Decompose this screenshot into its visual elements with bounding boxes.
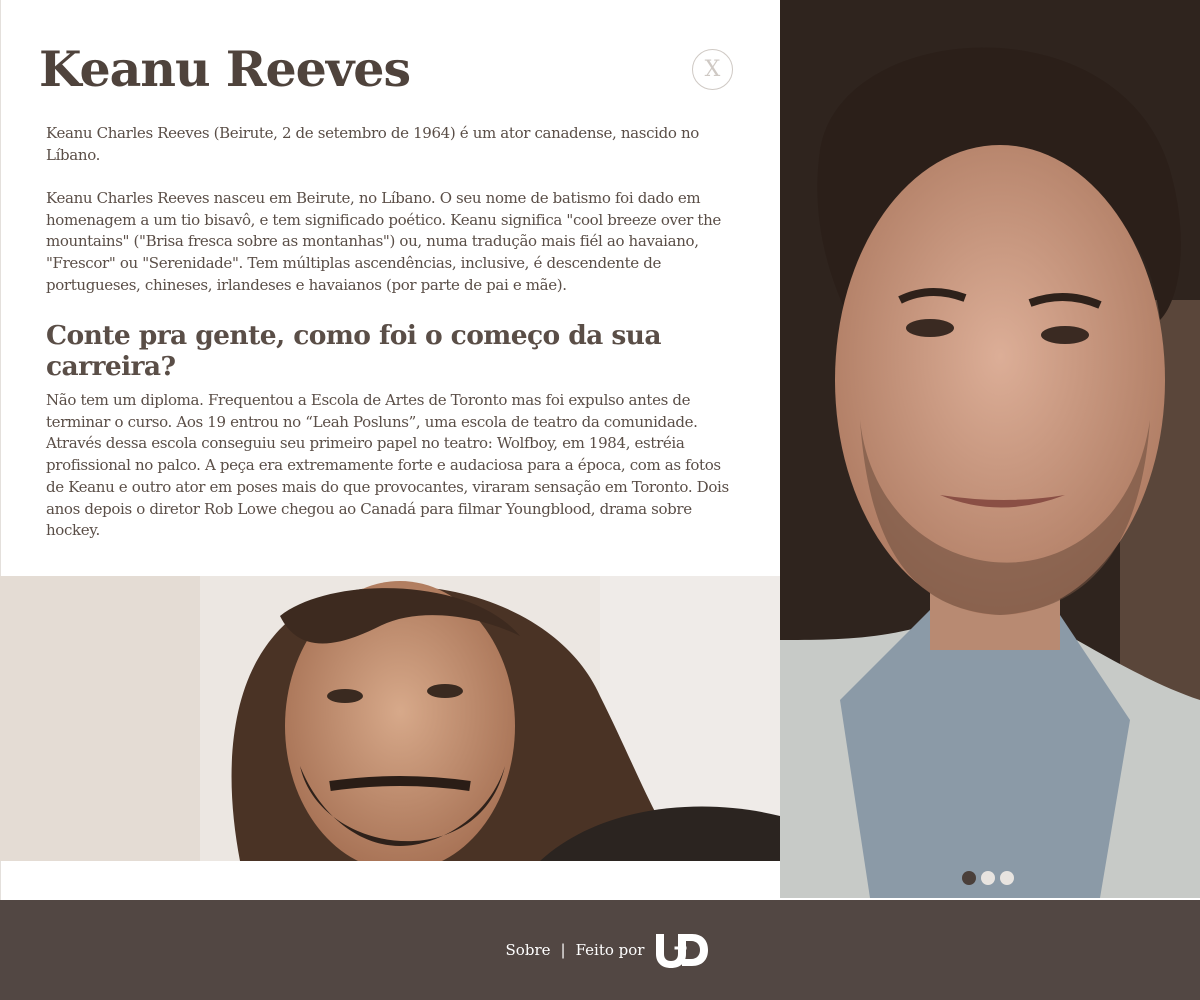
carousel-dots	[962, 871, 1014, 885]
portrait-photo-main-image	[780, 0, 1200, 898]
footer-inner: Sobre | Feito por	[506, 932, 709, 968]
portrait-photo-secondary	[0, 576, 780, 861]
answer-paragraph: Não tem um diploma. Frequentou a Escola …	[46, 391, 729, 540]
about-link[interactable]: Sobre	[506, 941, 551, 959]
portrait-photo-main	[780, 0, 1200, 898]
close-button[interactable]: X	[692, 49, 733, 90]
carousel-dot-1[interactable]	[962, 871, 976, 885]
carousel-dot-3[interactable]	[1000, 871, 1014, 885]
carousel-dot-2[interactable]	[981, 871, 995, 885]
bio-paragraph: Keanu Charles Reeves nasceu em Beirute, …	[46, 189, 721, 294]
portrait-photo-secondary-image	[0, 576, 780, 861]
footer: Sobre | Feito por	[0, 900, 1200, 1000]
intro-paragraph: Keanu Charles Reeves (Beirute, 2 de sete…	[46, 124, 699, 164]
question-heading: Conte pra gente, como foi o começo da su…	[46, 320, 662, 382]
close-icon: X	[704, 57, 721, 82]
made-by-label: Feito por	[575, 941, 645, 959]
footer-separator: |	[560, 941, 566, 959]
ud-logo-icon[interactable]	[654, 932, 709, 968]
page-title: Keanu Reeves	[39, 40, 411, 98]
